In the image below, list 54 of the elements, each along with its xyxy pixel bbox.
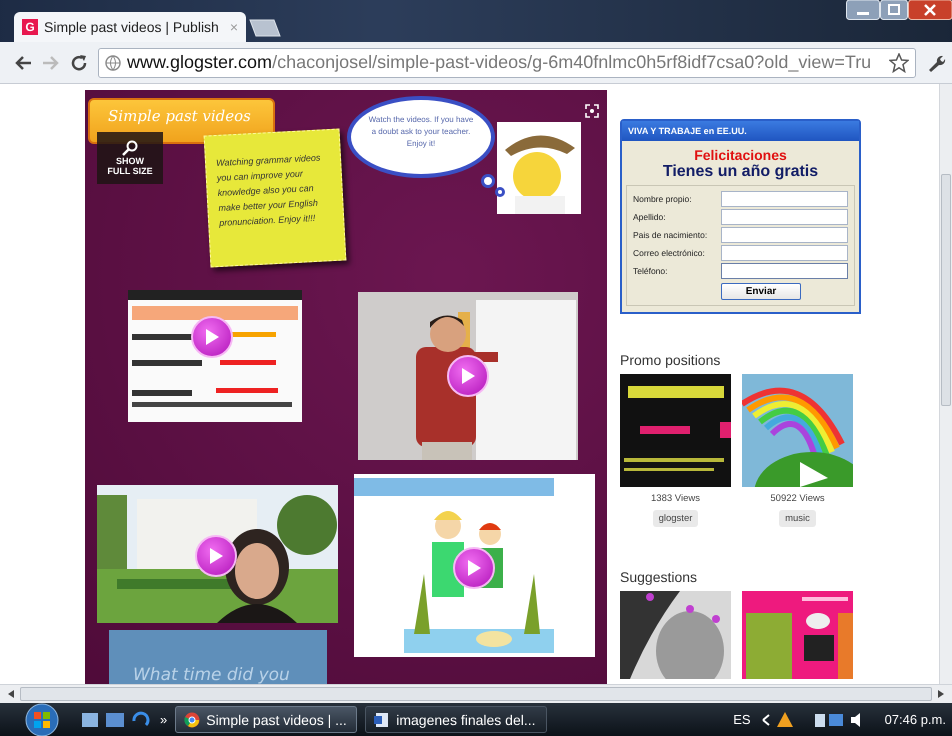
globe-icon: [105, 54, 121, 70]
section-title: Suggestions: [620, 569, 698, 585]
ad-subheadline: Tienes un año gratis: [662, 163, 820, 181]
sticky-note: Watching grammar videos you can improve your knowledge also you can make better your English pronunciation. Enjoy it!!!: [204, 128, 346, 268]
quick-launch-icons[interactable]: [82, 710, 152, 728]
taskbar-button[interactable]: imagenes finales del...: [365, 706, 548, 733]
thought-bubble: [481, 174, 495, 188]
field-label: Pais de nacimiento:: [633, 230, 708, 240]
language-indicator[interactable]: ES: [733, 712, 751, 727]
fullscreen-icon[interactable]: [585, 104, 599, 118]
section-title: Promo positions: [620, 352, 722, 368]
back-button[interactable]: [14, 54, 32, 70]
ad-header: VIVA Y TRABAJE en EE.UU.: [622, 121, 859, 141]
ad-headline: Felicitaciones: [693, 147, 788, 163]
tab-title: Simple past videos | Publish: [44, 19, 220, 35]
tag[interactable]: glogster: [652, 510, 698, 527]
input-field[interactable]: [721, 245, 848, 261]
input-field[interactable]: [721, 263, 848, 279]
input-field[interactable]: [721, 227, 848, 243]
field-label: Correo electrónico:: [633, 248, 706, 258]
field-label: Apellido:: [633, 212, 667, 222]
speech-cloud: Watch the videos. If you have a doubt ask to your teacher. Enjoy it!: [347, 96, 495, 178]
browser-tab[interactable]: G Simple past videos | Publish ×: [14, 12, 246, 42]
browser-icon: [184, 712, 200, 728]
thought-bubble: [495, 187, 505, 197]
close-button[interactable]: [908, 0, 952, 20]
view-count: 50922 Views: [770, 493, 825, 504]
minimize-button[interactable]: [846, 0, 880, 20]
input-field[interactable]: [721, 209, 848, 225]
favicon: G: [22, 19, 38, 35]
field-label: Nombre propio:: [633, 194, 693, 204]
scrollbar-thumb[interactable]: [941, 174, 951, 406]
clock: 07:46 p.m.: [884, 712, 946, 727]
input-field[interactable]: [721, 191, 848, 207]
caption-text: What time did you: [133, 665, 290, 684]
scrollbar-thumb[interactable]: [20, 687, 932, 701]
field-label: Teléfono:: [633, 266, 668, 276]
play-icon: [204, 328, 220, 346]
show-full-size-button[interactable]: SHOW FULL SIZE: [97, 132, 163, 184]
overflow-chevron[interactable]: »: [160, 712, 168, 727]
send-button[interactable]: Enviar: [721, 283, 801, 300]
view-count: 1383 Views: [651, 493, 700, 504]
taskbar-button[interactable]: Simple past videos | ...: [175, 706, 358, 733]
document-icon: [374, 712, 390, 728]
reload-button[interactable]: [70, 54, 88, 72]
bookmark-star-icon[interactable]: [889, 52, 909, 72]
maximize-button[interactable]: [880, 0, 908, 20]
tag[interactable]: music: [779, 510, 816, 527]
scroll-right-icon[interactable]: [938, 690, 944, 698]
scroll-left-icon[interactable]: [8, 690, 14, 698]
new-tab-button[interactable]: [248, 18, 282, 38]
zoom-icon: [122, 140, 138, 156]
address-bar[interactable]: www.glogster.com/chaconjosel/simple-past-videos/g-6m40fnlmc0h5rf8idf7csa0?old_view=Tru: [98, 48, 916, 78]
play-icon: [466, 559, 482, 577]
